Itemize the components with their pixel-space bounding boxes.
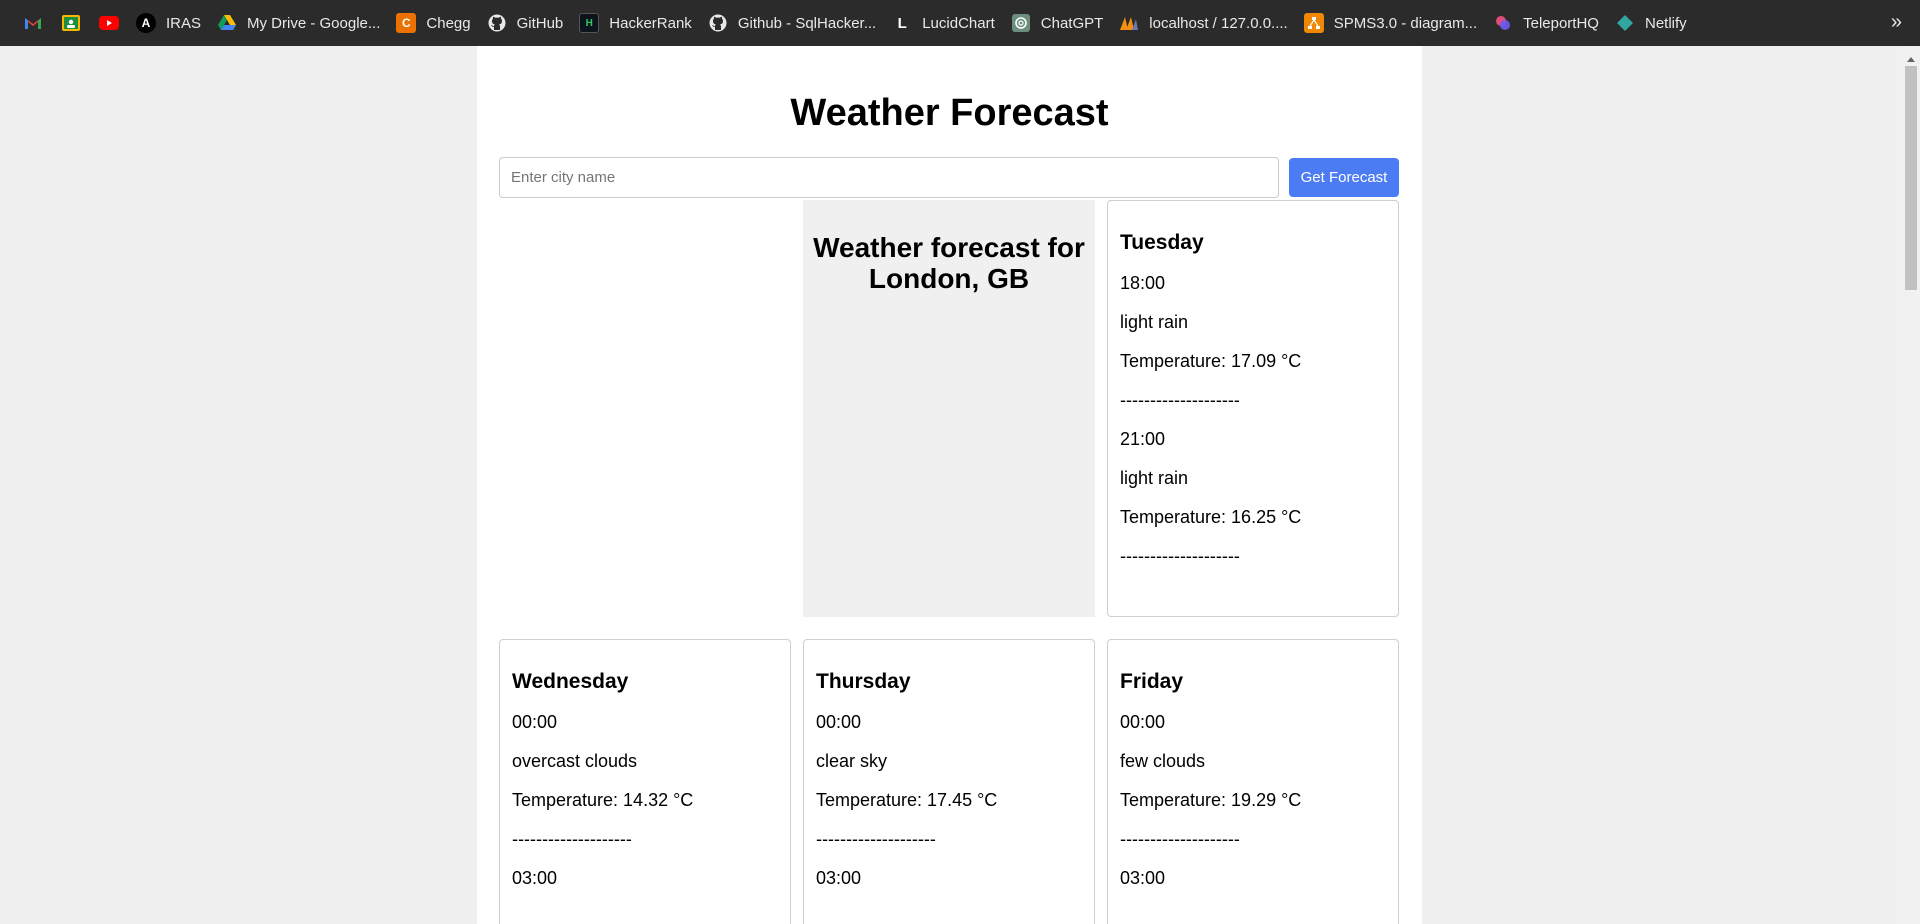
lucidchart-icon: L — [897, 14, 907, 32]
day-name: Tuesday — [1120, 231, 1204, 254]
forecast-description: light rain — [1120, 468, 1189, 488]
bookmarks-overflow-button[interactable]: » — [1891, 10, 1902, 34]
forecast-time: 03:00 — [512, 868, 558, 888]
bookmark-chegg[interactable]: C Chegg — [388, 8, 478, 38]
forecast-temperature: Temperature: 19.29 °C — [1120, 790, 1302, 810]
forecast-separator: -------------------- — [816, 829, 936, 849]
bookmark-label: Chegg — [426, 14, 471, 32]
scroll-up-arrow-icon[interactable] — [1902, 50, 1920, 62]
page-scrollbar[interactable] — [1902, 46, 1920, 924]
forecast-time: 18:00 — [1120, 273, 1166, 293]
forecast-time: 03:00 — [1120, 868, 1166, 888]
forecast-temperature: Temperature: 17.09 °C — [1120, 351, 1302, 371]
bookmark-teleporthq[interactable]: TeleportHQ — [1485, 8, 1607, 38]
forecast-time: 00:00 — [1120, 712, 1166, 732]
day-name: Friday — [1120, 670, 1184, 693]
forecast-description: few clouds — [1120, 751, 1206, 771]
bookmark-github[interactable]: GitHub — [479, 8, 572, 38]
bookmark-my-drive[interactable]: My Drive - Google... — [209, 8, 388, 38]
classroom-icon — [61, 13, 81, 33]
bookmark-lucidchart[interactable]: L LucidChart — [884, 8, 1003, 38]
day-name: Thursday — [816, 670, 911, 693]
bookmark-label: HackerRank — [609, 14, 692, 32]
bookmark-netlify[interactable]: Netlify — [1607, 8, 1695, 38]
forecast-time: 00:00 — [816, 712, 862, 732]
bookmark-gmail[interactable] — [14, 8, 52, 38]
forecast-description: light rain — [1120, 312, 1189, 332]
forecast-separator: -------------------- — [1120, 390, 1240, 410]
github-icon — [708, 13, 728, 33]
bookmark-classroom[interactable] — [52, 8, 90, 38]
bookmark-label: Netlify — [1644, 14, 1687, 32]
forecast-temperature: Temperature: 17.45 °C — [816, 790, 998, 810]
github-icon — [487, 13, 507, 33]
bookmark-label: ChatGPT — [1040, 14, 1104, 32]
bookmark-hackerrank[interactable]: H HackerRank — [571, 8, 700, 38]
forecast-temperature: Temperature: 14.32 °C — [512, 790, 694, 810]
forecast-time: 00:00 — [512, 712, 558, 732]
bookmark-localhost[interactable]: localhost / 127.0.0.... — [1111, 8, 1295, 38]
chatgpt-icon — [1011, 13, 1031, 33]
bookmark-youtube[interactable] — [90, 8, 128, 38]
iras-icon: A — [136, 13, 156, 33]
forecast-time: 21:00 — [1120, 429, 1166, 449]
bookmark-chatgpt[interactable]: ChatGPT — [1003, 8, 1112, 38]
drive-icon — [217, 13, 237, 33]
bookmarks-bar: A IRAS My Drive - Google... C Chegg GitH… — [0, 0, 1920, 46]
phpmyadmin-icon — [1119, 13, 1139, 33]
forecast-heading: Weather forecast for London, GB — [813, 232, 1085, 294]
day-card-tuesday: Tuesday 18:00 light rain Temperature: 17… — [1107, 200, 1399, 617]
forecast-heading-box: Weather forecast for London, GB — [803, 200, 1095, 617]
drawio-icon — [1303, 13, 1324, 33]
get-forecast-button[interactable]: Get Forecast — [1289, 158, 1399, 197]
page-container: Weather Forecast Get Forecast Weather fo… — [477, 46, 1422, 924]
day-card-thursday: Thursday 00:00 clear sky Temperature: 17… — [803, 639, 1095, 924]
bookmark-spms[interactable]: SPMS3.0 - diagram... — [1296, 8, 1485, 38]
bookmark-label: localhost / 127.0.0.... — [1149, 14, 1288, 32]
scrollbar-thumb[interactable] — [1905, 66, 1917, 290]
netlify-icon — [1615, 13, 1635, 33]
page-title: Weather Forecast — [790, 92, 1109, 134]
bookmark-label: GitHub — [516, 14, 564, 32]
forecast-separator: -------------------- — [1120, 829, 1240, 849]
bookmark-github-sqlhacker[interactable]: Github - SqlHacker... — [700, 8, 884, 38]
gmail-icon — [23, 13, 43, 33]
day-card-friday: Friday 00:00 few clouds Temperature: 19.… — [1107, 639, 1399, 924]
forecast-time: 03:00 — [816, 868, 862, 888]
forecast-separator: -------------------- — [512, 829, 632, 849]
day-card-wednesday: Wednesday 00:00 overcast clouds Temperat… — [499, 639, 791, 924]
bookmark-label: Github - SqlHacker... — [737, 14, 877, 32]
hackerrank-icon: H — [579, 13, 600, 33]
bookmark-label: IRAS — [166, 14, 202, 32]
forecast-description: overcast clouds — [512, 751, 638, 771]
forecast-description: clear sky — [816, 751, 888, 771]
bookmark-label: TeleportHQ — [1523, 14, 1599, 32]
youtube-icon — [99, 13, 119, 33]
forecast-separator: -------------------- — [1120, 546, 1240, 566]
bookmark-label: LucidChart — [922, 14, 995, 32]
bookmark-label: SPMS3.0 - diagram... — [1333, 14, 1478, 32]
teleporthq-icon — [1493, 13, 1513, 33]
city-search-input[interactable] — [499, 157, 1279, 198]
bookmark-iras[interactable]: A IRAS — [128, 8, 209, 38]
chegg-icon: C — [396, 13, 417, 33]
day-name: Wednesday — [512, 670, 629, 693]
bookmark-label: My Drive - Google... — [247, 14, 381, 32]
forecast-temperature: Temperature: 16.25 °C — [1120, 507, 1302, 527]
